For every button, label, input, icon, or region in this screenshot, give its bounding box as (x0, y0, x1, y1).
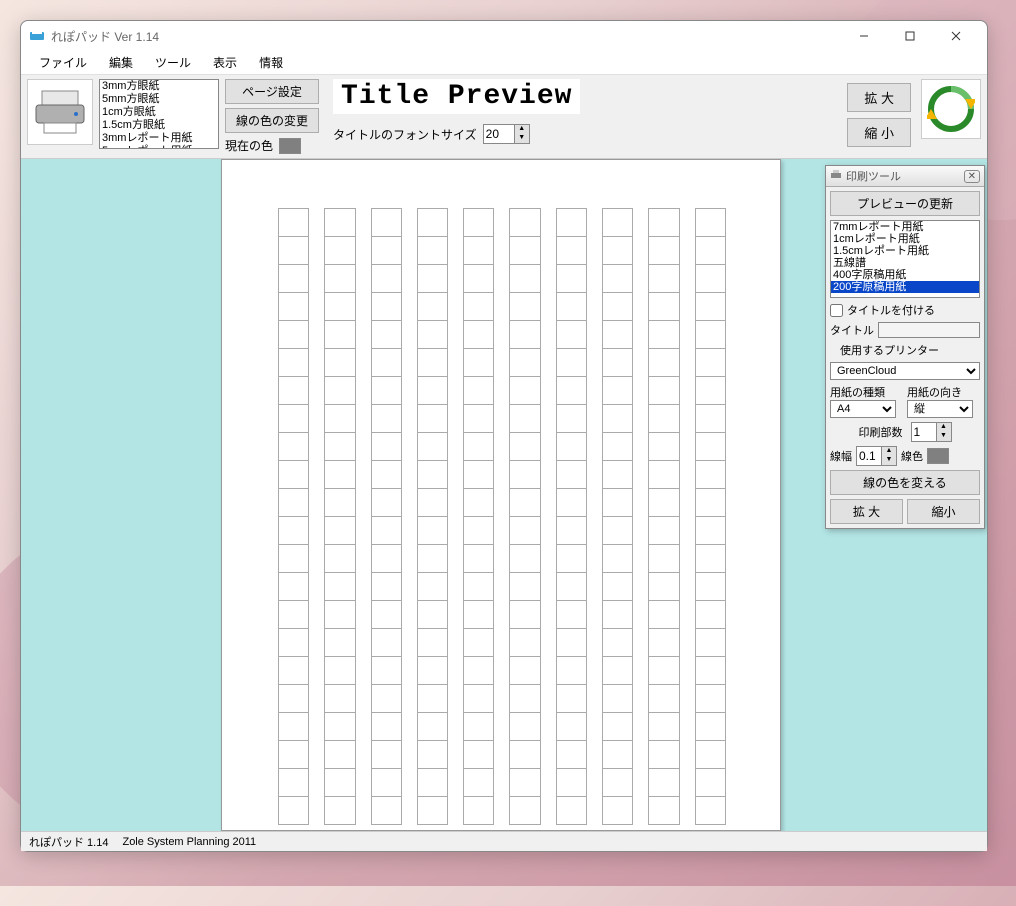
title-fontsize-label: タイトルのフォントサイズ (333, 126, 477, 143)
titlebar: れぽパッド Ver 1.14 (21, 21, 987, 51)
paper-type-select[interactable]: A4 (830, 400, 896, 418)
paper-orient-label: 用紙の向き (907, 384, 980, 400)
refresh-icon[interactable] (921, 79, 981, 139)
preview-area: 印刷ツール ✕ プレビューの更新 7mmレポート用紙1cmレポート用紙1.5cm… (21, 159, 987, 831)
list-item[interactable]: 3mm方眼紙 (100, 80, 218, 93)
paper-type-listbox[interactable]: 3mm方眼紙5mm方眼紙1cm方眼紙1.5cm方眼紙3mmレポート用紙5mmレポ… (99, 79, 219, 149)
change-line-color-button[interactable]: 線の色を変える (830, 470, 980, 495)
statusbar: れぽパッド 1.14 Zole System Planning 2011 (21, 831, 987, 851)
line-color-change-button[interactable]: 線の色の変更 (225, 108, 319, 133)
paper-orient-select[interactable]: 縦 (907, 400, 973, 418)
printer-select[interactable]: GreenCloud (830, 362, 980, 380)
title-input[interactable] (878, 322, 980, 338)
app-icon (29, 28, 45, 44)
print-tool-panel: 印刷ツール ✕ プレビューの更新 7mmレポート用紙1cmレポート用紙1.5cm… (825, 165, 985, 529)
copies-label: 印刷部数 (859, 424, 903, 440)
current-color-swatch (279, 138, 301, 154)
list-item[interactable]: 5mm方眼紙 (100, 93, 218, 106)
menu-edit[interactable]: 編集 (99, 51, 143, 74)
printer-icon[interactable] (27, 79, 93, 145)
title-fontsize-spinner[interactable]: ▲▼ (483, 124, 530, 144)
copies-spinner[interactable]: ▲▼ (911, 422, 952, 442)
list-item[interactable]: 3mmレポート用紙 (100, 132, 218, 145)
minimize-button[interactable] (841, 22, 887, 50)
copies-input[interactable] (911, 422, 937, 442)
app-window: れぽパッド Ver 1.14 ファイル 編集 ツール 表示 情報 3mm方眼紙5… (20, 20, 988, 852)
close-button[interactable] (933, 22, 979, 50)
panel-paper-listbox[interactable]: 7mmレポート用紙1cmレポート用紙1.5cmレポート用紙五線譜400字原稿用紙… (830, 220, 980, 298)
list-item[interactable]: 400字原稿用紙 (831, 269, 979, 281)
list-item[interactable]: 五線譜 (831, 257, 979, 269)
zoom-in-button[interactable]: 拡 大 (847, 83, 911, 112)
list-item[interactable]: 1.5cmレポート用紙 (831, 245, 979, 257)
spinner-down-icon[interactable]: ▼ (515, 134, 529, 143)
title-preview: Title Preview (333, 79, 580, 114)
spinner-up-icon[interactable]: ▲ (515, 125, 529, 134)
line-width-spinner[interactable]: ▲▼ (856, 446, 897, 466)
add-title-checkbox[interactable]: タイトルを付ける (830, 302, 980, 318)
panel-title: 印刷ツール (846, 168, 901, 184)
line-width-label: 線幅 (830, 448, 852, 464)
spinner-up-icon[interactable]: ▲ (882, 447, 896, 456)
panel-titlebar[interactable]: 印刷ツール ✕ (826, 166, 984, 187)
list-item[interactable]: 7mmレポート用紙 (831, 221, 979, 233)
menubar: ファイル 編集 ツール 表示 情報 (21, 51, 987, 75)
line-width-input[interactable] (856, 446, 882, 466)
line-color-swatch (927, 448, 949, 464)
list-item[interactable]: 1cm方眼紙 (100, 106, 218, 119)
spinner-down-icon[interactable]: ▼ (937, 432, 951, 441)
zoom-out-button[interactable]: 縮 小 (847, 118, 911, 147)
title-label: タイトル (830, 322, 874, 338)
panel-close-icon[interactable]: ✕ (964, 170, 980, 183)
list-item[interactable]: 5mmレポート用紙 (100, 145, 218, 149)
list-item[interactable]: 200字原稿用紙 (831, 281, 979, 293)
status-company: Zole System Planning 2011 (122, 836, 256, 848)
title-fontsize-input[interactable] (483, 124, 515, 144)
panel-zoom-out-button[interactable]: 縮小 (907, 499, 980, 524)
menu-info[interactable]: 情報 (249, 51, 293, 74)
toolbar: 3mm方眼紙5mm方眼紙1cm方眼紙1.5cm方眼紙3mmレポート用紙5mmレポ… (21, 75, 987, 159)
update-preview-button[interactable]: プレビューの更新 (830, 191, 980, 216)
manuscript-grid (278, 208, 726, 824)
window-title: れぽパッド Ver 1.14 (51, 28, 841, 45)
line-color-label: 線色 (901, 448, 923, 464)
spinner-down-icon[interactable]: ▼ (882, 456, 896, 465)
panel-zoom-in-button[interactable]: 拡 大 (830, 499, 903, 524)
menu-tool[interactable]: ツール (145, 51, 201, 74)
menu-view[interactable]: 表示 (203, 51, 247, 74)
printer-small-icon (830, 169, 842, 184)
page-preview (221, 159, 781, 831)
page-settings-button[interactable]: ページ設定 (225, 79, 319, 104)
status-app: れぽパッド 1.14 (29, 834, 108, 850)
menu-file[interactable]: ファイル (29, 51, 97, 74)
current-color-label: 現在の色 (225, 137, 273, 154)
printer-label: 使用するプリンター (840, 342, 980, 358)
spinner-up-icon[interactable]: ▲ (937, 423, 951, 432)
list-item[interactable]: 1.5cm方眼紙 (100, 119, 218, 132)
list-item[interactable]: 1cmレポート用紙 (831, 233, 979, 245)
maximize-button[interactable] (887, 22, 933, 50)
paper-type-label: 用紙の種類 (830, 384, 903, 400)
